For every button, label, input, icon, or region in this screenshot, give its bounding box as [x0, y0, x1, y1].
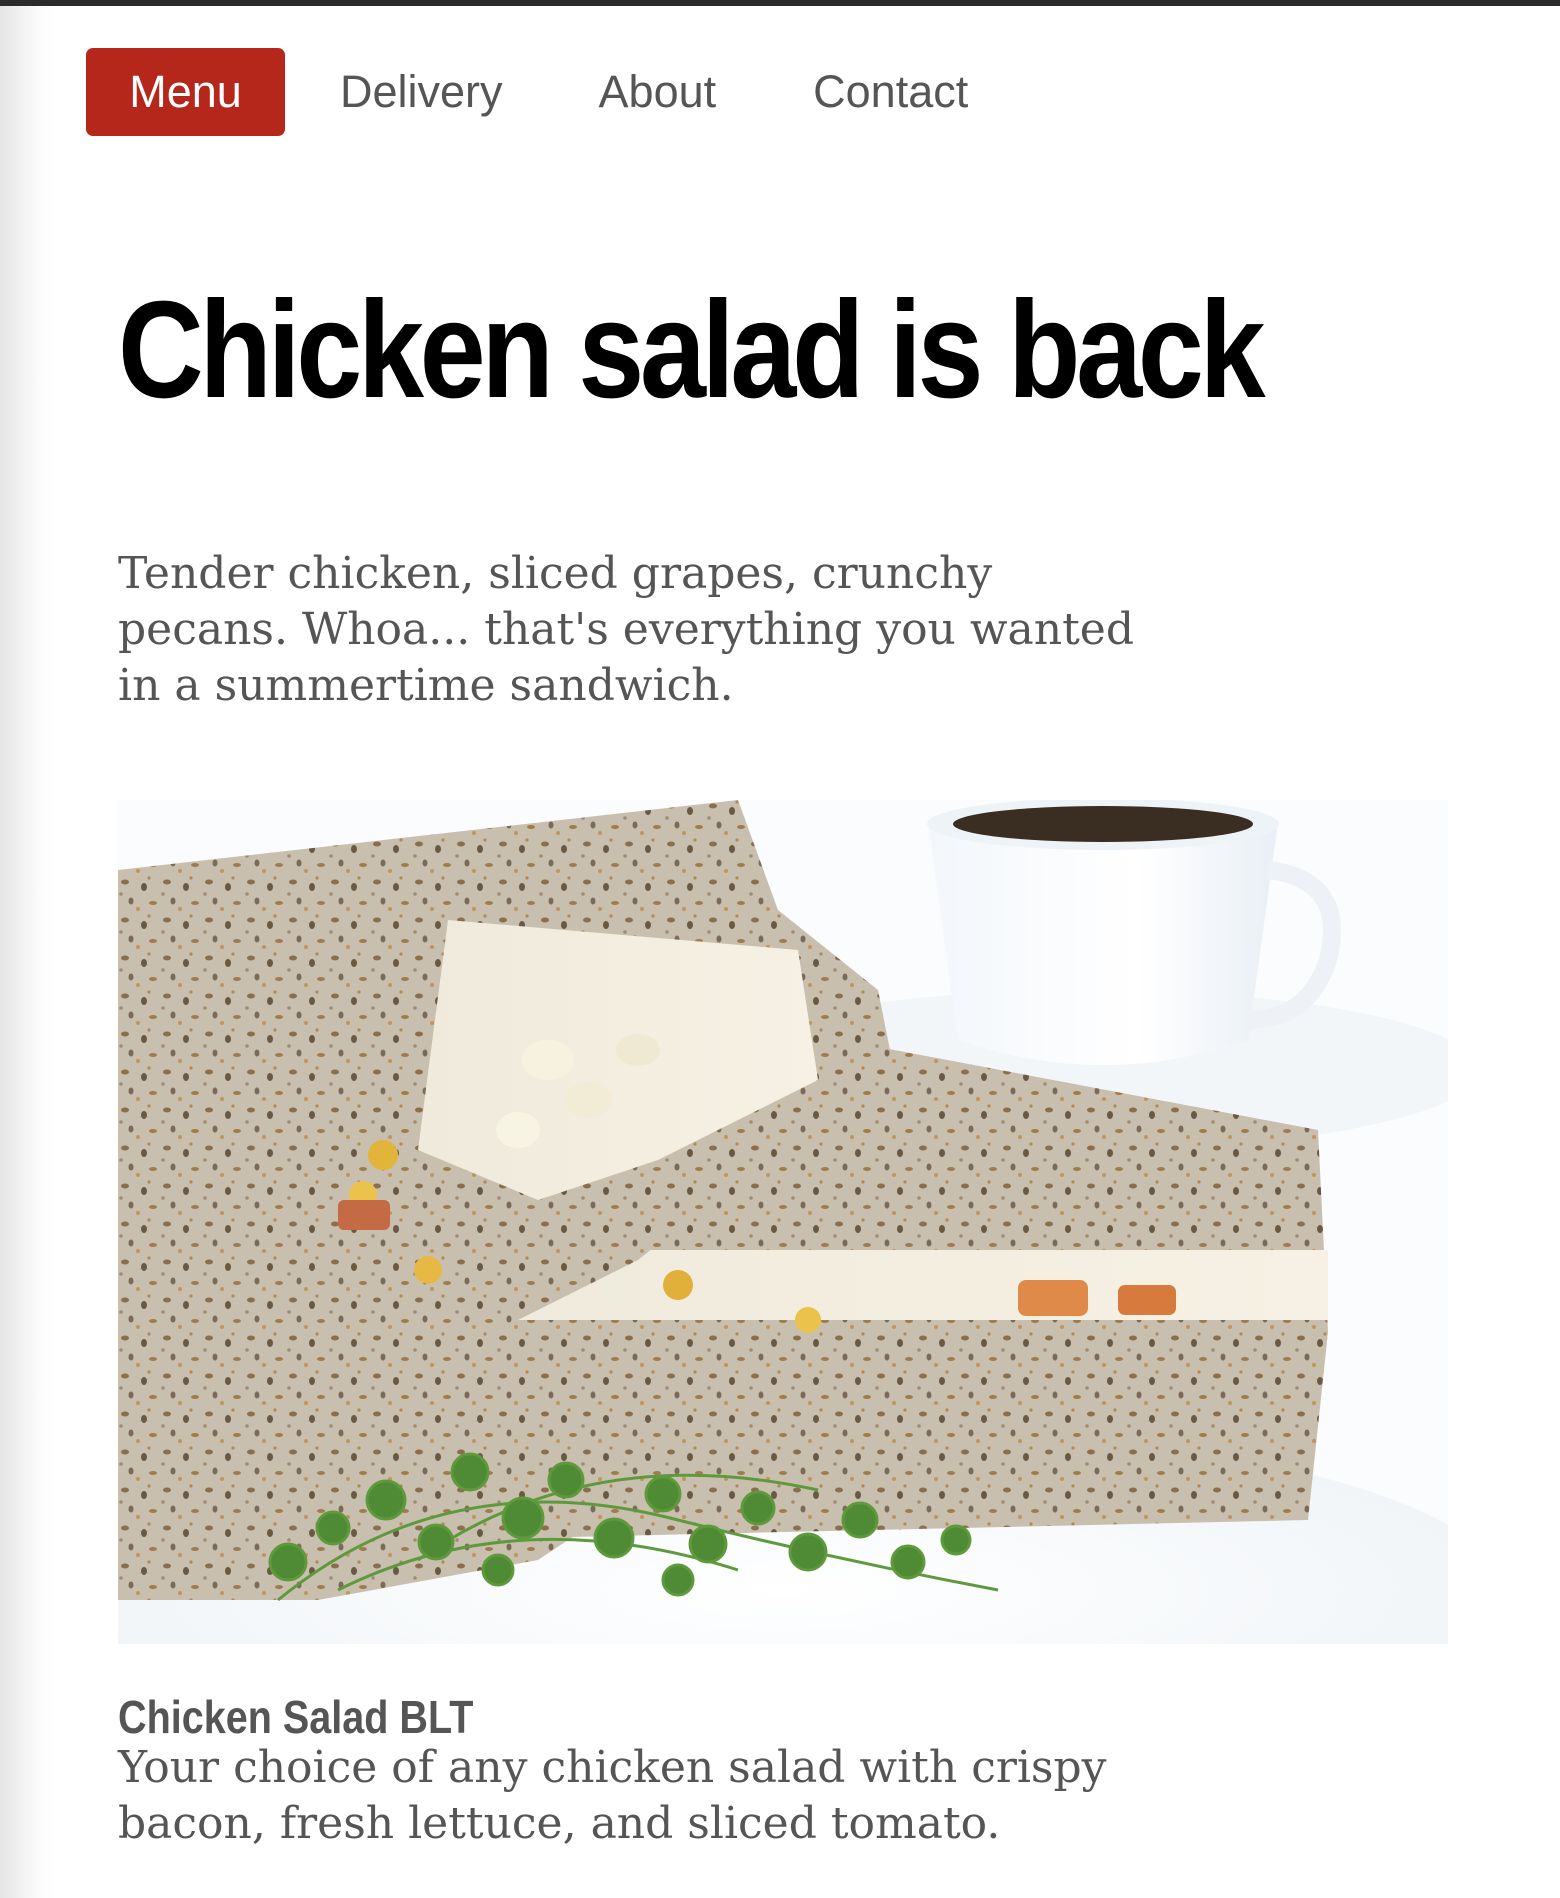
window-top-border [0, 0, 1560, 6]
nav-delivery-link[interactable]: Delivery [340, 48, 503, 136]
intro-paragraph: Tender chicken, sliced grapes, crunchy p… [118, 548, 1134, 711]
sandwich-photo [118, 800, 1448, 1644]
nav-menu-link[interactable]: Menu [86, 48, 285, 136]
menu-item-description: Your choice of any chicken salad with cr… [118, 1742, 1107, 1849]
menu-item-title: Chicken Salad BLT [118, 1691, 474, 1743]
nav-contact-link[interactable]: Contact [813, 48, 968, 136]
sandwich-illustration [118, 800, 1448, 1644]
nav-about-link[interactable]: About [599, 48, 717, 136]
main-nav: Menu Delivery About Contact [86, 48, 968, 136]
page-headline: Chicken salad is back [118, 273, 1266, 427]
window-left-shadow [0, 6, 56, 1898]
